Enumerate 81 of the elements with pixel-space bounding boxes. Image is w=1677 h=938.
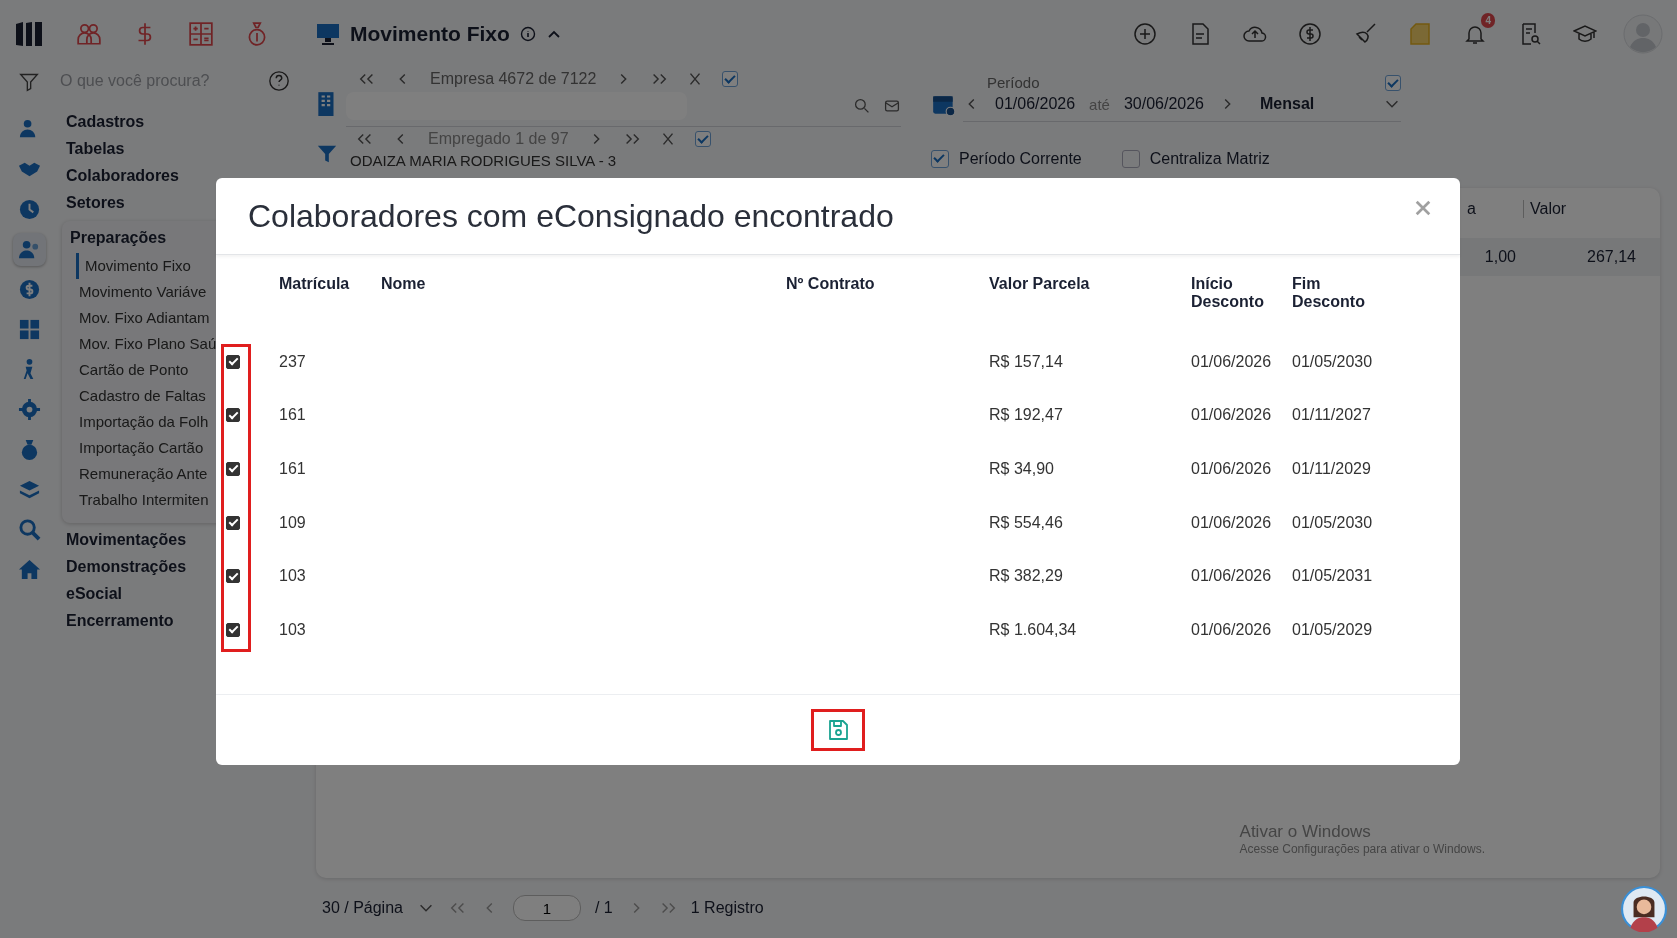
end-date[interactable]: 30/06/2026 [1123,95,1204,113]
page-title: Movimento Fixo [350,22,510,46]
table-cell-text: R$ 382,29 [989,567,1064,586]
checkbox-label: Centraliza Matriz [1149,150,1270,168]
row-checkbox[interactable] [226,569,240,584]
table-cell-text: R$ 157,14 [989,352,1064,371]
record-count: 1 Registro [690,899,764,917]
people-icon[interactable] [76,21,102,47]
table-cell-text: R$ 192,47 [989,406,1064,425]
employee-name: ODAIZA MARIA RODRIGUES SILVA - 3 [349,151,618,169]
save-icon [826,718,850,742]
table-cell-text: 01/05/2029 [1292,620,1374,639]
column-header: Nº Contrato [786,275,876,293]
table-cell-text: 109 [279,513,307,532]
save-button[interactable] [811,709,865,751]
table-cell-text: 01/05/2030 [1292,352,1374,371]
column-header: a [1466,200,1477,218]
checkbox[interactable] [1121,150,1140,168]
column-header: Nome [381,275,427,293]
info-icon[interactable] [519,26,536,42]
table-cell-text: 01/06/2026 [1191,406,1273,425]
checkbox[interactable] [722,70,739,87]
table-cell-text: 103 [279,620,307,639]
people-icon[interactable] [12,233,46,266]
field-label: Período [987,74,1040,91]
dialog-title: Colaboradores com eConsignado encontrado [248,197,894,235]
page-total: / 1 [594,899,613,917]
checkbox[interactable] [931,150,949,168]
column-header: Fim Desconto [1292,275,1366,311]
filter-icon[interactable] [19,72,39,92]
start-date[interactable]: 01/06/2026 [995,95,1076,113]
table-cell-text: 01/05/2030 [1292,513,1374,532]
broom-icon[interactable] [1353,22,1377,46]
monitor-icon [316,23,340,45]
row-checkbox[interactable] [226,515,240,530]
employee-counter: Empregado 1 de 97 [428,129,569,148]
table-cell-text: R$ 1.604,34 [989,620,1078,639]
table-cell-text: 01/06/2026 [1191,460,1273,478]
add-icon[interactable] [1133,22,1157,46]
checkbox-label: Período Corrente [959,150,1082,168]
table-cell-text: 161 [279,460,307,478]
notification-badge: 4 [1481,13,1495,28]
activation-text: Acesse Configurações para ativar o Windows. [1239,842,1485,856]
table-cell-text: 01/06/2026 [1191,352,1273,371]
table-cell-text: 01/06/2026 [1191,620,1273,639]
row-checkbox[interactable] [226,354,240,369]
column-header: Valor Parcela [989,275,1091,293]
date-separator: até [1089,95,1110,113]
activation-title: Ativar o Windows [1239,822,1372,842]
checkbox[interactable] [694,130,711,147]
table-cell-text: 01/11/2029 [1292,460,1372,478]
checkbox[interactable] [1385,74,1401,91]
table-cell-text: R$ 34,90 [989,460,1055,478]
table-cell-text: 237 [279,352,307,371]
dollar-icon[interactable] [1298,22,1322,46]
column-header: Início Desconto [1191,275,1265,311]
table-cell-text: 01/11/2027 [1292,406,1372,425]
row-checkbox[interactable] [226,462,240,476]
row-checkbox[interactable] [226,622,240,637]
table-cell-text: 01/06/2026 [1191,513,1273,532]
assistant-avatar-icon[interactable] [1621,886,1667,932]
table-cell-text: R$ 554,46 [989,513,1064,532]
menu-item[interactable]: Cadastros [58,109,316,136]
row-checkbox[interactable] [226,408,240,423]
menu-item[interactable]: Colaboradores [58,163,316,190]
frequency-select[interactable]: Mensal [1260,95,1369,113]
table-cell-text: 103 [279,567,307,586]
menu-item[interactable]: Tabelas [58,136,316,163]
table-cell-text: 01/06/2026 [1191,567,1273,586]
table-cell-text: 161 [279,406,307,425]
page-size-select[interactable]: 30 / Página [322,899,403,917]
page-field[interactable]: 1 [512,895,581,921]
table-cell-text: 01/05/2031 [1292,567,1374,586]
calculator-icon[interactable] [188,21,214,47]
close-icon[interactable] [1414,199,1432,217]
search-icon[interactable] [853,97,871,114]
company-counter: Empresa 4672 de 7122 [430,69,597,88]
column-header: Valor [1523,200,1660,218]
help-icon[interactable] [268,70,290,92]
funnel-icon [316,143,338,165]
logo-icon[interactable] [14,20,44,48]
